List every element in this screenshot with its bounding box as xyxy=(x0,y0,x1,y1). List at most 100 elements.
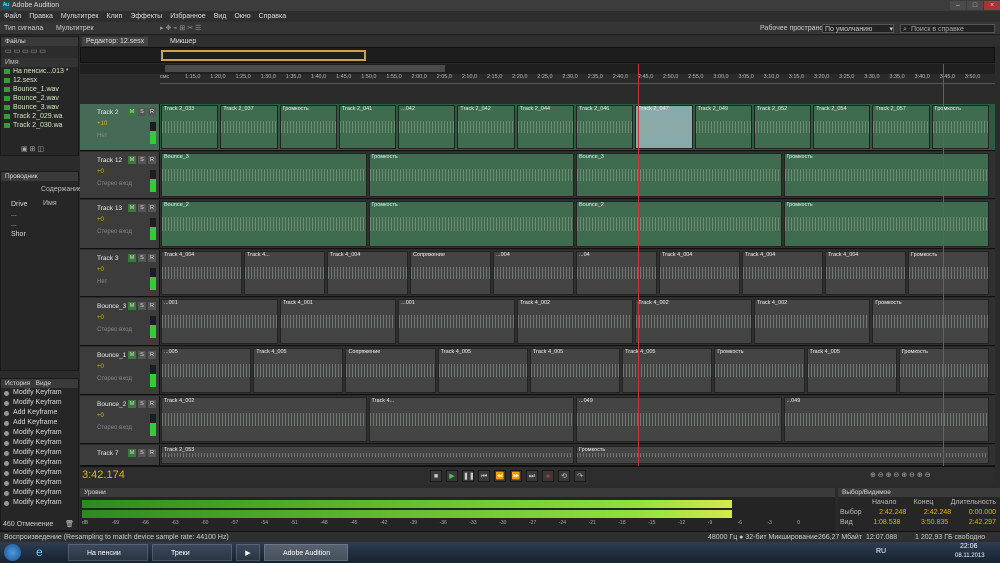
audio-clip[interactable]: Track 4_002 xyxy=(516,299,634,344)
file-list-item[interactable]: Bounce_2.wav xyxy=(1,94,78,103)
track-name[interactable]: Bounce_2 xyxy=(97,401,126,408)
track-input[interactable]: Стерео вход xyxy=(97,181,132,187)
track-name[interactable]: Track 7 xyxy=(97,450,118,457)
history-item[interactable]: Modify Keyfram xyxy=(1,388,78,398)
audio-clip[interactable]: Громкость xyxy=(368,201,574,247)
track-lane[interactable]: Track 4_002 Track 4... ...049 ...049 xyxy=(161,396,995,443)
language-indicator[interactable]: RU xyxy=(876,548,886,555)
help-search-input[interactable]: ⌕ Поиск в справке xyxy=(900,24,995,33)
audio-clip[interactable]: Track 4_005 xyxy=(437,348,528,393)
track-input[interactable]: Нет xyxy=(97,279,107,285)
solo-button[interactable]: S xyxy=(138,302,146,310)
menu-item[interactable]: Файл xyxy=(4,11,21,22)
audio-clip[interactable]: Track 2_057 xyxy=(872,105,930,149)
ie-icon[interactable]: e xyxy=(36,545,52,560)
audio-clip[interactable]: Громкость xyxy=(714,348,805,393)
audio-clip[interactable]: Track 4_004 xyxy=(161,251,242,295)
solo-button[interactable]: S xyxy=(138,351,146,359)
audio-clip[interactable]: Track 2_049 xyxy=(694,105,752,149)
record-button[interactable]: R xyxy=(148,400,156,408)
track-volume[interactable]: +10 xyxy=(97,121,107,127)
history-item[interactable]: Modify Keyfram xyxy=(1,468,78,478)
record-button[interactable]: R xyxy=(148,254,156,262)
audio-clip[interactable]: Bounce_3 xyxy=(576,153,782,197)
record-button[interactable]: R xyxy=(148,449,156,457)
history-item[interactable]: Modify Keyfram xyxy=(1,488,78,498)
playhead-current[interactable] xyxy=(943,64,944,466)
track-name[interactable]: Bounce_1 xyxy=(97,352,126,359)
menu-item[interactable]: Эффекты xyxy=(130,11,162,22)
audio-clip[interactable]: Track 2_037 xyxy=(220,105,278,149)
pause-button[interactable]: ❚❚ xyxy=(462,470,475,482)
loop-button[interactable]: ⟲ xyxy=(558,470,570,482)
time-ruler[interactable]: смс 1:15,0 1:20,0 1:25,0 1:30,0 1:35,0 1:40,0 1… xyxy=(160,74,995,84)
history-item[interactable]: Add Keyframe xyxy=(1,418,78,428)
timeline-scroll[interactable] xyxy=(80,64,995,74)
menu-item[interactable]: Избранное xyxy=(170,11,205,22)
solo-button[interactable]: S xyxy=(138,254,146,262)
audio-clip[interactable]: Track 2_053 xyxy=(161,446,574,464)
taskbar-item-audition[interactable]: Adobe Audition xyxy=(264,544,348,561)
audio-clip[interactable]: Track 2_041 xyxy=(338,105,397,149)
menu-item[interactable]: Вид xyxy=(214,11,227,22)
audio-clip[interactable]: Track 4_005 xyxy=(253,348,344,393)
mute-button[interactable]: M xyxy=(128,254,136,262)
track-input[interactable]: Нет xyxy=(97,133,107,139)
rewind-button[interactable]: ⏪ xyxy=(494,470,506,482)
history-item[interactable]: Modify Keyfram xyxy=(1,448,78,458)
file-list-item[interactable]: На пенсис...013 * xyxy=(1,67,78,76)
tab-mixer[interactable]: Микшер xyxy=(166,37,200,46)
history-item[interactable]: Modify Keyfram xyxy=(1,438,78,448)
audio-clip[interactable]: Track 2_046 xyxy=(576,105,634,149)
audio-clip[interactable]: Track 4_004 xyxy=(825,251,906,295)
track-name[interactable]: Track 2 xyxy=(97,109,118,116)
track-input[interactable]: Стерео вход xyxy=(97,327,132,333)
record-button[interactable]: ● xyxy=(542,470,554,482)
track-input[interactable]: Стерео вход xyxy=(97,376,132,382)
menu-item[interactable]: Правка xyxy=(29,11,53,22)
history-item[interactable]: Modify Keyfram xyxy=(1,458,78,468)
track-lane[interactable]: Track 2_053 Громкость xyxy=(161,445,995,465)
view-row[interactable]: Вид 1:08.538 3:50.835 2:42.297 xyxy=(840,519,996,526)
mute-button[interactable]: M xyxy=(128,400,136,408)
record-button[interactable]: R xyxy=(148,156,156,164)
track-lane[interactable]: Bounce_2 Громкость Bounce_2 Громкость xyxy=(161,200,995,248)
history-item[interactable]: Modify Keyfram xyxy=(1,478,78,488)
audio-clip[interactable]: Bounce_2 xyxy=(576,201,782,247)
menu-item[interactable]: Клип xyxy=(107,11,123,22)
tab-editor[interactable]: Редактор: 12.sesx xyxy=(82,37,149,46)
file-list-item[interactable]: Track 2_029.wa xyxy=(1,112,78,121)
mute-button[interactable]: M xyxy=(128,449,136,457)
audio-clip[interactable]: Track 4_001 xyxy=(279,299,397,344)
track-lane[interactable]: ...005 Track 4_005 Сопряжение Track 4_005 Tr… xyxy=(161,347,995,394)
audio-clip[interactable]: ...001 xyxy=(161,299,278,344)
audio-clip[interactable]: ...004 xyxy=(493,251,574,295)
audio-clip[interactable]: Track 4_002 xyxy=(161,397,367,442)
audio-clip[interactable]: Track 4_004 xyxy=(659,251,740,295)
history-list[interactable]: Modify Keyfram Modify Keyfram Add Keyframe… xyxy=(1,388,78,508)
track-input[interactable]: Стерео вход xyxy=(97,425,132,431)
solo-button[interactable]: S xyxy=(138,108,146,116)
play-button[interactable]: ▶ xyxy=(446,470,458,482)
solo-button[interactable]: S xyxy=(138,400,146,408)
media-tree-item[interactable]: Shor xyxy=(3,230,27,240)
track-volume[interactable]: +0 xyxy=(97,364,104,370)
menu-item[interactable]: Справка xyxy=(259,11,286,22)
record-button[interactable]: R xyxy=(148,302,156,310)
solo-button[interactable]: S xyxy=(138,449,146,457)
taskbar-item-folder2[interactable]: Треки xyxy=(152,544,232,561)
audio-clip[interactable]: Track 2_033 xyxy=(161,105,219,149)
audio-clip[interactable]: Track 4_005 xyxy=(529,348,621,393)
track-volume[interactable]: +0 xyxy=(97,169,104,175)
audio-clip[interactable]: Bounce_2 xyxy=(161,201,367,247)
track-lane[interactable]: Bounce_3 Громкость Bounce_3 Громкость xyxy=(161,152,995,198)
audio-clip[interactable]: Громкость xyxy=(783,201,989,247)
file-list-item[interactable]: Bounce_1.wav xyxy=(1,85,78,94)
multitrack-view-button[interactable]: Мультитрек xyxy=(56,24,116,33)
audio-clip[interactable]: ...049 xyxy=(576,397,782,442)
audio-clip[interactable]: Громкость xyxy=(783,153,989,197)
record-button[interactable]: R xyxy=(148,351,156,359)
next-button[interactable]: ⏭ xyxy=(526,470,538,482)
solo-button[interactable]: S xyxy=(138,156,146,164)
audio-clip[interactable]: Track 2_047 xyxy=(635,105,693,149)
